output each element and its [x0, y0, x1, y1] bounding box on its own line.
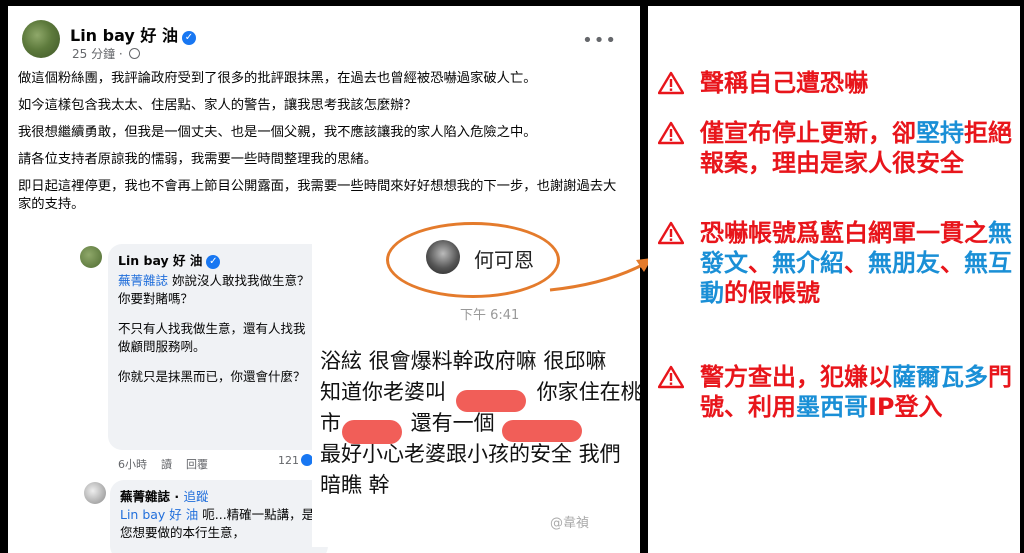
annotation-text: 聲稱自己遭恐嚇	[700, 68, 1020, 98]
post-paragraph: 請各位支持者原諒我的懦弱，我需要一些時間整理我的思緒。	[18, 152, 378, 167]
highlighted-phrase: 無朋友	[868, 249, 940, 277]
mention-link[interactable]: Lin bay 好 油	[120, 507, 198, 522]
author-avatar[interactable]	[22, 20, 60, 58]
comment-bubble: 蕪菁雜誌 · 追蹤 Lin bay 好 油 呃...精確一點講，是您想要做的本行…	[110, 480, 328, 553]
highlighted-phrase: 墨西哥	[796, 393, 868, 421]
read-action[interactable]: 讀	[161, 458, 172, 471]
annotation-phrase: 警方查出，犯嫌以	[700, 363, 892, 391]
annotation-arrow	[549, 258, 652, 292]
redaction-mark	[502, 420, 582, 442]
redaction-mark	[342, 420, 402, 444]
warning-icon	[658, 121, 684, 145]
post-time[interactable]: 25 分鐘	[72, 47, 115, 61]
message-line: 浴絃 很會爆料幹政府嘛 很邱嘛	[320, 349, 607, 373]
annotation-item: 恐嚇帳號爲藍白網軍一貫之無發文、無介紹、無朋友、無互動的假帳號	[658, 218, 1020, 308]
annotation-phrase: 、	[844, 249, 868, 277]
highlighted-phrase: 薩爾瓦多	[892, 363, 988, 391]
message-time: 下午 6:41	[460, 308, 520, 323]
annotation-phrase: 恐嚇帳號爲藍白網軍一貫之	[700, 219, 988, 247]
annotation-phrase: IP登入	[868, 393, 943, 421]
more-options-button[interactable]: •••	[582, 30, 617, 51]
post-meta: 25 分鐘 ·	[72, 45, 140, 62]
annotation-text: 警方查出，犯嫌以薩爾瓦多門號、利用墨西哥IP登入	[700, 362, 1020, 422]
verified-badge-icon: ✓	[206, 255, 221, 269]
post-paragraph: 如今這樣包含我太太、住居點、家人的警告，讓我思考我該怎麼辦？	[18, 98, 417, 113]
redaction-mark	[456, 390, 526, 412]
annotation-text: 僅宣布停止更新，卻堅持拒絕報案，理由是家人很安全	[700, 118, 1020, 178]
annotation-text: 恐嚇帳號爲藍白網軍一貫之無發文、無介紹、無朋友、無互動的假帳號	[700, 218, 1020, 308]
warning-icon	[658, 71, 684, 95]
comment-text: 不只有人找我做生意，還有人找我做顧問服務咧。	[118, 321, 306, 354]
comment-thread: Lin bay 好 油 ✓ 蕪菁雜誌 妳說沒人敢找我做生意？你要對賭嗎？ 不只有人…	[70, 238, 328, 553]
post-header: Lin bay 好 油 ✓ 25 分鐘 · •••	[16, 16, 631, 64]
comment-author[interactable]: 蕪菁雜誌 · 追蹤	[120, 488, 318, 506]
annotation-item: 警方查出，犯嫌以薩爾瓦多門號、利用墨西哥IP登入	[658, 362, 1020, 422]
annotation-item: 聲稱自己遭恐嚇	[658, 68, 1020, 98]
commenter-avatar[interactable]	[84, 482, 106, 504]
follow-button[interactable]: 追蹤	[183, 489, 208, 504]
annotation-phrase: 聲稱自己遭恐嚇	[700, 69, 868, 97]
annotation-phrase: 、	[940, 249, 964, 277]
comment-actions: 6小時 讀 回覆	[118, 456, 208, 472]
annotation-phrase: 、	[748, 249, 772, 277]
verified-badge-icon: ✓	[181, 31, 196, 45]
commenter-avatar[interactable]	[80, 246, 102, 268]
highlighted-phrase: 無介紹	[772, 249, 844, 277]
watermark: @韋禎	[550, 516, 590, 531]
public-globe-icon	[128, 48, 140, 59]
warning-icon	[658, 221, 684, 245]
post-paragraph: 我很想繼續勇敢，但我是一個丈夫、也是一個父親，我不應該讓我的家人陷入危險之中。	[18, 125, 537, 140]
comment-time[interactable]: 6小時	[118, 458, 147, 471]
post-paragraph: 做這個粉絲團，我評論政府受到了很多的批評跟抹黑，在過去也曾經被恐嚇過家破人亡。	[18, 71, 537, 86]
annotation-panel: 聲稱自己遭恐嚇 僅宣布停止更新，卻堅持拒絕報案，理由是家人很安全 恐嚇帳號爲藍白…	[648, 6, 1020, 553]
post-body: 做這個粉絲團，我評論政府受到了很多的批評跟抹黑，在過去也曾經被恐嚇過家破人亡。 …	[18, 70, 630, 223]
annotation-phrase: 僅宣布停止更新，卻	[700, 119, 916, 147]
warning-icon	[658, 365, 684, 389]
post-paragraph: 即日起這裡停更，我也不會再上節目公開露面，我需要一些時間來好好想想我的下一步，也…	[18, 179, 617, 212]
message-line: 暗瞧 幹	[320, 473, 390, 497]
comment-bubble: Lin bay 好 油 ✓ 蕪菁雜誌 妳說沒人敢找我做生意？你要對賭嗎？ 不只有人…	[108, 244, 326, 450]
annotation-phrase: 的假帳號	[724, 279, 820, 307]
highlighted-phrase: 堅持	[916, 119, 964, 147]
reply-button[interactable]: 回覆	[186, 458, 208, 471]
mention-link[interactable]: 蕪菁雜誌	[118, 273, 168, 288]
annotation-item: 僅宣布停止更新，卻堅持拒絕報案，理由是家人很安全	[658, 118, 1020, 178]
like-count[interactable]: 121	[278, 454, 313, 467]
post-author[interactable]: Lin bay 好 油 ✓	[70, 22, 196, 46]
highlight-oval	[386, 222, 560, 298]
comment-text: 你就只是抹黑而已，你還會什麼？	[118, 369, 306, 384]
comment-author[interactable]: Lin bay 好 油 ✓	[118, 252, 316, 270]
